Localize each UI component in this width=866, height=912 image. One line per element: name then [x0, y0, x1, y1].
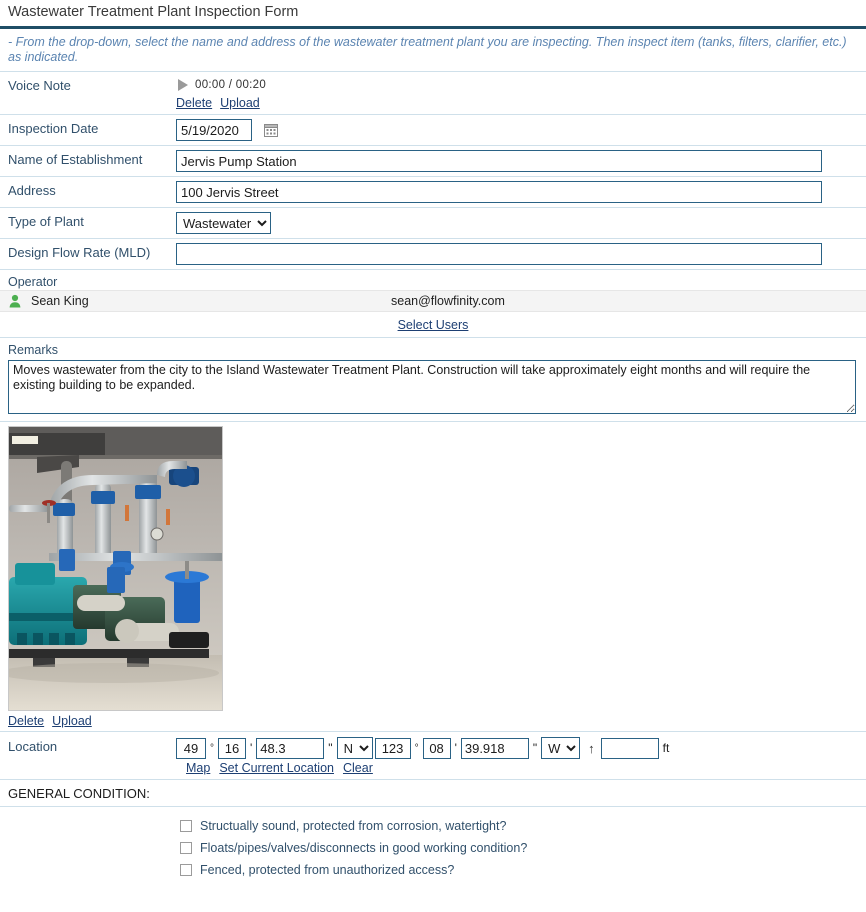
general-condition-item[interactable]: Floats/pipes/valves/disconnects in good … — [0, 837, 866, 859]
form-instruction: - From the drop-down, select the name an… — [0, 29, 866, 72]
remarks-textarea[interactable]: Moves wastewater from the city to the Is… — [8, 360, 856, 414]
up-arrow-icon: ↑ — [588, 740, 595, 756]
latitude-degrees-input[interactable] — [176, 737, 206, 759]
degree-symbol-lat: ° — [210, 742, 214, 754]
set-current-location-link[interactable]: Set Current Location — [219, 761, 334, 775]
general-condition-item[interactable]: Fenced, protected from unauthorized acce… — [0, 859, 866, 881]
longitude-hemisphere-select[interactable]: W — [541, 737, 581, 759]
voice-note-row: Voice Note 00:00 / 00:20 Delete Upload — [0, 72, 866, 115]
voice-delete-link[interactable]: Delete — [176, 96, 212, 110]
design-flow-rate-field — [176, 243, 866, 265]
photo-links: Delete Upload — [0, 714, 866, 728]
operator-name: Sean King — [31, 294, 89, 308]
calendar-icon[interactable] — [263, 123, 278, 140]
design-flow-rate-label: Design Flow Rate (MLD) — [8, 245, 151, 260]
location-label: Location — [8, 739, 58, 754]
latitude-minutes-input[interactable] — [218, 737, 246, 759]
design-flow-rate-row: Design Flow Rate (MLD) — [0, 239, 866, 270]
altitude-unit: ft — [662, 741, 670, 755]
general-condition-list: Structually sound, protected from corros… — [0, 807, 866, 881]
establishment-input[interactable] — [176, 150, 822, 172]
inspection-form-page: Wastewater Treatment Plant Inspection Fo… — [0, 0, 866, 912]
photo-upload-link[interactable]: Upload — [52, 714, 92, 728]
general-condition-item-label: Fenced, protected from unauthorized acce… — [200, 863, 455, 877]
general-condition-item-label: Structually sound, protected from corros… — [200, 819, 507, 833]
minute-symbol-lat: ' — [250, 741, 253, 755]
address-label: Address — [8, 183, 56, 198]
altitude-input[interactable] — [600, 737, 659, 759]
general-condition-heading: GENERAL CONDITION: — [0, 780, 866, 807]
latitude-hemisphere-select[interactable]: N — [336, 737, 373, 759]
play-icon[interactable] — [178, 78, 188, 91]
general-condition-item[interactable]: Structually sound, protected from corros… — [0, 815, 866, 837]
voice-note-label: Voice Note — [8, 78, 71, 93]
operator-section: Operator Sean King sean@flowfinity.com S… — [0, 270, 866, 338]
minute-symbol-lon: ' — [454, 741, 457, 755]
checkbox-structurally-sound[interactable] — [180, 820, 192, 832]
user-avatar-icon — [8, 294, 22, 308]
location-field: ° ' " N ° ' " W ↑ ft — [176, 737, 671, 775]
photo-delete-link[interactable]: Delete — [8, 714, 44, 728]
select-users-wrap: Select Users — [0, 312, 866, 337]
second-symbol-lon: " — [532, 741, 538, 755]
voice-note-time: 00:00 / 00:20 — [195, 78, 267, 91]
degree-symbol-lon: ° — [414, 742, 419, 754]
clear-location-link[interactable]: Clear — [343, 761, 373, 775]
design-flow-rate-input[interactable] — [176, 243, 822, 265]
longitude-degrees-input[interactable] — [374, 737, 411, 759]
inspection-date-field — [176, 119, 866, 141]
map-link[interactable]: Map — [186, 761, 210, 775]
operator-email: sean@flowfinity.com — [391, 294, 505, 308]
type-of-plant-row: Type of Plant Wastewater — [0, 208, 866, 239]
type-of-plant-label: Type of Plant — [8, 214, 84, 229]
select-users-link[interactable]: Select Users — [398, 318, 469, 332]
checkbox-floats-pipes-valves[interactable] — [180, 842, 192, 854]
address-input[interactable] — [176, 181, 822, 203]
address-row: Address — [0, 177, 866, 208]
address-field — [176, 181, 866, 203]
establishment-row: Name of Establishment — [0, 146, 866, 177]
longitude-seconds-input[interactable] — [460, 737, 529, 759]
longitude-minutes-input[interactable] — [422, 737, 451, 759]
inspection-date-row: Inspection Date — [0, 115, 866, 146]
operator-label: Operator — [8, 275, 58, 289]
photo-section: Delete Upload — [0, 426, 866, 732]
page-title: Wastewater Treatment Plant Inspection Fo… — [8, 4, 299, 20]
inspection-date-input[interactable] — [176, 119, 252, 141]
establishment-field — [176, 150, 866, 172]
establishment-label: Name of Establishment — [8, 152, 143, 167]
type-of-plant-select[interactable]: Wastewater — [176, 212, 271, 234]
operator-row[interactable]: Sean King sean@flowfinity.com — [0, 290, 866, 312]
general-condition-item-label: Floats/pipes/valves/disconnects in good … — [200, 841, 528, 855]
checkbox-fenced-protected[interactable] — [180, 864, 192, 876]
remarks-section: Remarks Moves wastewater from the city t… — [0, 338, 866, 422]
voice-upload-link[interactable]: Upload — [220, 96, 260, 110]
inspection-date-label: Inspection Date — [8, 121, 99, 136]
type-of-plant-field: Wastewater — [176, 212, 866, 234]
latitude-seconds-input[interactable] — [256, 737, 325, 759]
location-row: Location ° ' " N ° ' " W — [0, 732, 866, 780]
voice-note-field: 00:00 / 00:20 Delete Upload — [176, 76, 866, 110]
second-symbol-lat: " — [328, 741, 333, 755]
remarks-label: Remarks — [8, 343, 59, 357]
pump-station-photo[interactable] — [8, 426, 223, 711]
